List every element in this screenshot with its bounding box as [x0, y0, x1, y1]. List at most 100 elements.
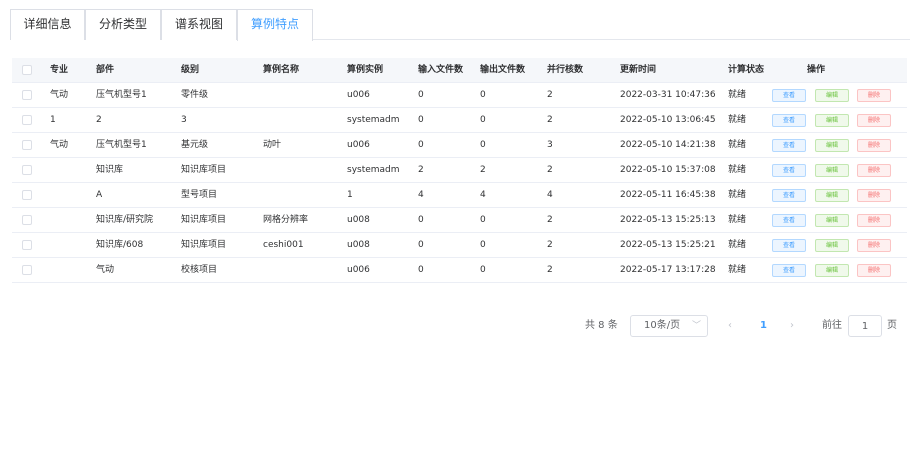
- delete-button[interactable]: 删除: [857, 189, 891, 202]
- table-cell: 2: [547, 240, 553, 250]
- table-cell: 2022-03-31 10:47:36: [620, 90, 716, 100]
- column-header: 计算状态: [728, 65, 765, 75]
- select-all-checkbox[interactable]: [22, 65, 32, 75]
- table-cell: systemadm: [347, 115, 400, 125]
- edit-button[interactable]: 编辑: [815, 189, 849, 202]
- pagination: 共 8 条 10条/页 ﹀ ‹ 1 › 前往 页: [0, 315, 913, 337]
- table-cell: 2022-05-10 14:21:38: [620, 140, 716, 150]
- table-cell: 4: [418, 190, 424, 200]
- edit-button[interactable]: 编辑: [815, 89, 849, 102]
- table-cell: 就绪: [728, 215, 747, 225]
- table-cell: 4: [480, 190, 486, 200]
- column-header: 部件: [96, 65, 115, 75]
- delete-button[interactable]: 删除: [857, 239, 891, 252]
- table-cell: 2: [96, 115, 102, 125]
- table-row: A 型号项目 1 4 4 4 2022-05-11 16:45:38 就绪 查看 编辑 删除: [12, 183, 907, 208]
- table-row: 气动 压气机型号1 零件级 u006 0 0 2 2022-03-31 10:47:36 就绪 查…: [12, 83, 907, 108]
- page-size-value: 10条/页: [644, 320, 681, 331]
- table-cell: u006: [347, 140, 370, 150]
- delete-button[interactable]: 删除: [857, 264, 891, 277]
- table-cell: 0: [418, 215, 424, 225]
- pagination-total: 共 8 条: [585, 320, 618, 331]
- table-cell: 3: [181, 115, 187, 125]
- table-cell: 动叶: [263, 140, 282, 150]
- table-cell: 网格分辨率: [263, 215, 309, 225]
- column-header: 算例实例: [347, 65, 384, 75]
- edit-button[interactable]: 编辑: [815, 264, 849, 277]
- table-cell: 压气机型号1: [96, 140, 147, 150]
- view-button[interactable]: 查看: [772, 214, 806, 227]
- table-row: 知识库/研究院 知识库项目 网格分辨率 u008 0 0 2 2022-05-13 15:25…: [12, 208, 907, 233]
- table-cell: 2022-05-10 13:06:45: [620, 115, 716, 125]
- edit-button[interactable]: 编辑: [815, 139, 849, 152]
- row-checkbox[interactable]: [22, 265, 32, 275]
- case-table: 专业 部件 级别 算例名称 算例实例 输入文件数 输出文件数 并行核数 更新时间 计算状态 操作 气动…: [12, 58, 907, 283]
- view-button[interactable]: 查看: [772, 164, 806, 177]
- delete-button[interactable]: 删除: [857, 139, 891, 152]
- view-button[interactable]: 查看: [772, 89, 806, 102]
- tab-1[interactable]: 详细信息: [10, 9, 85, 40]
- column-header: 并行核数: [547, 65, 584, 75]
- row-checkbox[interactable]: [22, 140, 32, 150]
- column-header: 更新时间: [620, 65, 657, 75]
- table-row: 气动 校核项目 u006 0 0 2 2022-05-17 13:17:28 就绪 查看 编辑 删除: [12, 258, 907, 283]
- table-cell: 就绪: [728, 165, 747, 175]
- view-button[interactable]: 查看: [772, 264, 806, 277]
- edit-button[interactable]: 编辑: [815, 214, 849, 227]
- table-cell: 2022-05-17 13:17:28: [620, 265, 716, 275]
- page-number-current[interactable]: 1: [760, 315, 767, 337]
- view-button[interactable]: 查看: [772, 139, 806, 152]
- table-cell: u006: [347, 90, 370, 100]
- table-cell: u008: [347, 240, 370, 250]
- table-cell: u008: [347, 215, 370, 225]
- row-checkbox[interactable]: [22, 240, 32, 250]
- next-page-button[interactable]: ›: [790, 315, 794, 337]
- table-cell: 0: [418, 140, 424, 150]
- table-cell: 0: [418, 90, 424, 100]
- table-cell: u006: [347, 265, 370, 275]
- edit-button[interactable]: 编辑: [815, 239, 849, 252]
- tab-2[interactable]: 分析类型: [85, 9, 161, 40]
- table-cell: 1: [50, 115, 56, 125]
- row-checkbox[interactable]: [22, 190, 32, 200]
- tab-4[interactable]: 算例特点: [237, 9, 313, 41]
- delete-button[interactable]: 删除: [857, 164, 891, 177]
- delete-button[interactable]: 删除: [857, 89, 891, 102]
- table-cell: 2: [547, 115, 553, 125]
- view-button[interactable]: 查看: [772, 239, 806, 252]
- table-cell: 1: [347, 190, 353, 200]
- column-header: 级别: [181, 65, 200, 75]
- table-cell: 知识库/608: [96, 240, 144, 250]
- row-checkbox[interactable]: [22, 165, 32, 175]
- view-button[interactable]: 查看: [772, 114, 806, 127]
- table-cell: 型号项目: [181, 190, 218, 200]
- table-cell: 2: [418, 165, 424, 175]
- page-size-select[interactable]: 10条/页 ﹀: [630, 315, 708, 337]
- table-row: 气动 压气机型号1 基元级 动叶 u006 0 0 3 2022-05-10 14:21:38 就…: [12, 133, 907, 158]
- edit-button[interactable]: 编辑: [815, 114, 849, 127]
- delete-button[interactable]: 删除: [857, 214, 891, 227]
- table-cell: 就绪: [728, 90, 747, 100]
- table-cell: 知识库项目: [181, 240, 227, 250]
- goto-page-input[interactable]: [848, 315, 882, 337]
- row-checkbox[interactable]: [22, 90, 32, 100]
- table-cell: 2022-05-13 15:25:13: [620, 215, 716, 225]
- table-cell: 2: [480, 165, 486, 175]
- table-cell: 气动: [50, 140, 69, 150]
- column-header: 输出文件数: [480, 65, 526, 75]
- row-checkbox[interactable]: [22, 115, 32, 125]
- column-header: 算例名称: [263, 65, 300, 75]
- table-row: 知识库 知识库项目 systemadm 2 2 2 2022-05-10 15:37:08 就…: [12, 158, 907, 183]
- delete-button[interactable]: 删除: [857, 114, 891, 127]
- table-cell: 0: [418, 240, 424, 250]
- chevron-down-icon: ﹀: [691, 321, 701, 331]
- table-cell: 就绪: [728, 265, 747, 275]
- edit-button[interactable]: 编辑: [815, 164, 849, 177]
- table-cell: 零件级: [181, 90, 209, 100]
- row-checkbox[interactable]: [22, 215, 32, 225]
- table-cell: 气动: [96, 265, 115, 275]
- view-button[interactable]: 查看: [772, 189, 806, 202]
- table-cell: 0: [480, 265, 486, 275]
- tab-3[interactable]: 谱系视图: [161, 9, 237, 40]
- prev-page-button[interactable]: ‹: [728, 315, 732, 337]
